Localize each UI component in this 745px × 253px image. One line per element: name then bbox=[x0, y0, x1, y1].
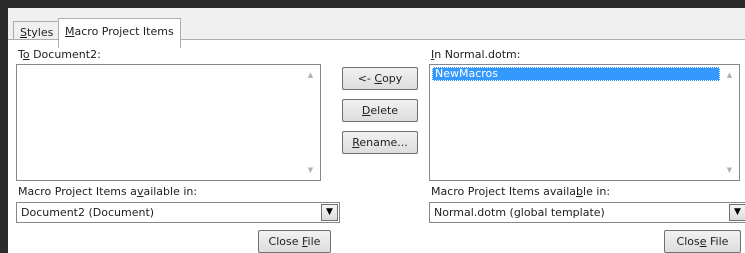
right-available-label: Macro Project Items available in: bbox=[431, 185, 610, 198]
to-document-label-mnemonic: o bbox=[22, 48, 30, 61]
scroll-down-arrow-icon[interactable]: ▼ bbox=[721, 163, 738, 177]
left-available-value: Document2 (Document) bbox=[21, 206, 155, 219]
window-frame-left bbox=[0, 0, 8, 253]
copy-label-post: opy bbox=[382, 72, 403, 85]
left-available-label-post: ailable in: bbox=[143, 185, 198, 198]
copy-button[interactable]: <- Copy bbox=[342, 67, 418, 90]
right-available-select[interactable]: Normal.dotm (global template) ▼ bbox=[429, 202, 745, 223]
right-available-value: Normal.dotm (global template) bbox=[434, 206, 605, 219]
window-frame-top bbox=[0, 0, 745, 8]
right-close-label-pre: Clos bbox=[676, 235, 700, 248]
right-available-label-mnemonic: b bbox=[576, 185, 584, 198]
right-close-file-button[interactable]: Close File bbox=[664, 230, 741, 253]
right-available-label-pre: Macro Project Items availa bbox=[431, 185, 577, 198]
to-document-label-post: Document2: bbox=[29, 48, 101, 61]
left-close-label-pre: Close bbox=[268, 235, 303, 248]
in-normal-label-post: n Normal.dotm: bbox=[434, 48, 521, 61]
scroll-down-arrow-icon[interactable]: ▼ bbox=[302, 163, 319, 177]
in-normal-scrollbar[interactable]: ▲ ▼ bbox=[721, 66, 738, 179]
copy-label-mnemonic: C bbox=[374, 72, 383, 85]
scroll-up-arrow-icon[interactable]: ▲ bbox=[302, 68, 319, 82]
tab-strip: Styles Macro Project Items bbox=[8, 8, 745, 48]
left-available-label: Macro Project Items available in: bbox=[18, 185, 197, 198]
left-close-file-button[interactable]: Close File bbox=[258, 230, 331, 253]
in-normal-listbox[interactable]: NewMacros ▲ ▼ bbox=[429, 64, 740, 181]
copy-label-pre: <- bbox=[357, 72, 375, 85]
macro-project-items-panel: To Document2: ▲ ▼ Macro Project Items av… bbox=[8, 40, 745, 253]
tab-styles-label-post: tyles bbox=[26, 26, 54, 39]
tab-styles-mnemonic: S bbox=[20, 26, 27, 39]
left-available-label-pre: Macro Project Items a bbox=[18, 185, 137, 198]
delete-label-post: elete bbox=[370, 104, 399, 117]
in-normal-label: In Normal.dotm: bbox=[431, 48, 520, 61]
right-close-label-mnemonic: e bbox=[699, 235, 707, 248]
right-available-label-post: le in: bbox=[583, 185, 611, 198]
left-dropdown-arrow-icon[interactable]: ▼ bbox=[321, 204, 338, 221]
rename-button[interactable]: Rename... bbox=[342, 131, 418, 154]
tab-macro-project-items[interactable]: Macro Project Items bbox=[58, 18, 181, 48]
left-close-label-post: ile bbox=[307, 235, 321, 248]
right-dropdown-arrow-icon[interactable]: ▼ bbox=[729, 204, 745, 221]
scroll-up-arrow-icon[interactable]: ▲ bbox=[721, 68, 738, 82]
rename-label-post: ename... bbox=[359, 136, 408, 149]
to-document-scrollbar[interactable]: ▲ ▼ bbox=[302, 66, 319, 179]
right-close-label-post: File bbox=[706, 235, 729, 248]
to-document-listbox[interactable]: ▲ ▼ bbox=[16, 64, 321, 181]
tab-macro-mnemonic: M bbox=[65, 25, 75, 38]
list-item[interactable]: NewMacros bbox=[432, 67, 720, 81]
delete-button[interactable]: Delete bbox=[342, 99, 418, 122]
to-document-label: To Document2: bbox=[18, 48, 101, 61]
tab-macro-label-post: acro Project Items bbox=[74, 25, 174, 38]
left-available-select[interactable]: Document2 (Document) ▼ bbox=[16, 202, 340, 223]
